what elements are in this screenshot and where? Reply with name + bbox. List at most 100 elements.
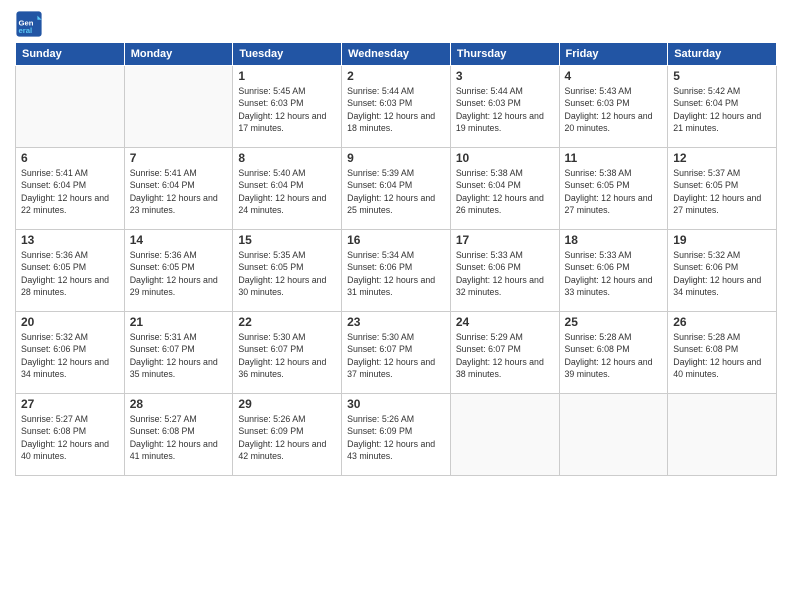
calendar-week-row: 6 Sunrise: 5:41 AMSunset: 6:04 PMDaylight…	[16, 148, 777, 230]
day-info: Sunrise: 5:31 AMSunset: 6:07 PMDaylight:…	[130, 331, 228, 380]
calendar-cell	[559, 394, 668, 476]
calendar-day-header: Tuesday	[233, 43, 342, 66]
day-info: Sunrise: 5:30 AMSunset: 6:07 PMDaylight:…	[238, 331, 336, 380]
day-info: Sunrise: 5:36 AMSunset: 6:05 PMDaylight:…	[21, 249, 119, 298]
calendar-cell: 14 Sunrise: 5:36 AMSunset: 6:05 PMDayligh…	[124, 230, 233, 312]
calendar-cell: 5 Sunrise: 5:42 AMSunset: 6:04 PMDaylight…	[668, 66, 777, 148]
calendar-cell: 3Sunrise: 5:44 AMSunset: 6:03 PMDaylight…	[450, 66, 559, 148]
calendar-cell: 13 Sunrise: 5:36 AMSunset: 6:05 PMDayligh…	[16, 230, 125, 312]
day-number: 24	[456, 315, 554, 329]
day-info: Sunrise: 5:29 AMSunset: 6:07 PMDaylight:…	[456, 331, 554, 380]
calendar-cell: 10 Sunrise: 5:38 AMSunset: 6:04 PMDayligh…	[450, 148, 559, 230]
day-number: 21	[130, 315, 228, 329]
calendar-day-header: Sunday	[16, 43, 125, 66]
day-number: 5	[673, 69, 771, 83]
day-number: 17	[456, 233, 554, 247]
calendar-cell: 7 Sunrise: 5:41 AMSunset: 6:04 PMDaylight…	[124, 148, 233, 230]
day-info: Sunrise: 5:38 AMSunset: 6:04 PMDaylight:…	[456, 167, 554, 216]
calendar-cell: 26 Sunrise: 5:28 AMSunset: 6:08 PMDayligh…	[668, 312, 777, 394]
calendar-cell: 30 Sunrise: 5:26 AMSunset: 6:09 PMDayligh…	[342, 394, 451, 476]
day-number: 12	[673, 151, 771, 165]
day-number: 7	[130, 151, 228, 165]
calendar-cell: 18 Sunrise: 5:33 AMSunset: 6:06 PMDayligh…	[559, 230, 668, 312]
calendar-table: SundayMondayTuesdayWednesdayThursdayFrid…	[15, 42, 777, 476]
calendar-day-header: Thursday	[450, 43, 559, 66]
day-number: 23	[347, 315, 445, 329]
calendar-page: Gen eral SundayMondayTuesdayWednesdayThu…	[0, 0, 792, 612]
calendar-cell: 4 Sunrise: 5:43 AMSunset: 6:03 PMDaylight…	[559, 66, 668, 148]
calendar-cell: 20 Sunrise: 5:32 AMSunset: 6:06 PMDayligh…	[16, 312, 125, 394]
calendar-cell: 22 Sunrise: 5:30 AMSunset: 6:07 PMDayligh…	[233, 312, 342, 394]
day-number: 30	[347, 397, 445, 411]
calendar-cell: 23 Sunrise: 5:30 AMSunset: 6:07 PMDayligh…	[342, 312, 451, 394]
logo: Gen eral	[15, 10, 47, 38]
day-number: 15	[238, 233, 336, 247]
calendar-week-row: 1Sunrise: 5:45 AMSunset: 6:03 PMDaylight…	[16, 66, 777, 148]
day-info: Sunrise: 5:38 AMSunset: 6:05 PMDaylight:…	[565, 167, 663, 216]
calendar-cell: 21 Sunrise: 5:31 AMSunset: 6:07 PMDayligh…	[124, 312, 233, 394]
day-number: 3	[456, 69, 554, 83]
day-number: 4	[565, 69, 663, 83]
day-info: Sunrise: 5:34 AMSunset: 6:06 PMDaylight:…	[347, 249, 445, 298]
day-number: 10	[456, 151, 554, 165]
day-number: 25	[565, 315, 663, 329]
calendar-cell	[450, 394, 559, 476]
day-number: 9	[347, 151, 445, 165]
calendar-week-row: 20 Sunrise: 5:32 AMSunset: 6:06 PMDayligh…	[16, 312, 777, 394]
day-info: Sunrise: 5:42 AMSunset: 6:04 PMDaylight:…	[673, 85, 771, 134]
day-info: Sunrise: 5:36 AMSunset: 6:05 PMDaylight:…	[130, 249, 228, 298]
calendar-day-header: Friday	[559, 43, 668, 66]
calendar-cell	[668, 394, 777, 476]
day-number: 13	[21, 233, 119, 247]
day-info: Sunrise: 5:35 AMSunset: 6:05 PMDaylight:…	[238, 249, 336, 298]
calendar-week-row: 13 Sunrise: 5:36 AMSunset: 6:05 PMDayligh…	[16, 230, 777, 312]
day-info: Sunrise: 5:40 AMSunset: 6:04 PMDaylight:…	[238, 167, 336, 216]
calendar-cell: 29Sunrise: 5:26 AMSunset: 6:09 PMDayligh…	[233, 394, 342, 476]
day-info: Sunrise: 5:26 AMSunset: 6:09 PMDaylight:…	[238, 413, 336, 462]
calendar-day-header: Monday	[124, 43, 233, 66]
calendar-cell: 24 Sunrise: 5:29 AMSunset: 6:07 PMDayligh…	[450, 312, 559, 394]
day-info: Sunrise: 5:37 AMSunset: 6:05 PMDaylight:…	[673, 167, 771, 216]
day-number: 6	[21, 151, 119, 165]
day-info: Sunrise: 5:32 AMSunset: 6:06 PMDaylight:…	[673, 249, 771, 298]
day-number: 18	[565, 233, 663, 247]
calendar-cell: 25 Sunrise: 5:28 AMSunset: 6:08 PMDayligh…	[559, 312, 668, 394]
calendar-cell	[16, 66, 125, 148]
logo-icon: Gen eral	[15, 10, 43, 38]
day-info: Sunrise: 5:28 AMSunset: 6:08 PMDaylight:…	[673, 331, 771, 380]
day-info: Sunrise: 5:43 AMSunset: 6:03 PMDaylight:…	[565, 85, 663, 134]
day-info: Sunrise: 5:44 AMSunset: 6:03 PMDaylight:…	[347, 85, 445, 134]
day-number: 22	[238, 315, 336, 329]
day-info: Sunrise: 5:39 AMSunset: 6:04 PMDaylight:…	[347, 167, 445, 216]
day-info: Sunrise: 5:26 AMSunset: 6:09 PMDaylight:…	[347, 413, 445, 462]
day-info: Sunrise: 5:41 AMSunset: 6:04 PMDaylight:…	[130, 167, 228, 216]
header: Gen eral	[15, 10, 777, 38]
day-info: Sunrise: 5:27 AMSunset: 6:08 PMDaylight:…	[130, 413, 228, 462]
calendar-day-header: Wednesday	[342, 43, 451, 66]
calendar-cell: 12 Sunrise: 5:37 AMSunset: 6:05 PMDayligh…	[668, 148, 777, 230]
day-number: 19	[673, 233, 771, 247]
calendar-cell: 17Sunrise: 5:33 AMSunset: 6:06 PMDayligh…	[450, 230, 559, 312]
day-number: 14	[130, 233, 228, 247]
calendar-header-row: SundayMondayTuesdayWednesdayThursdayFrid…	[16, 43, 777, 66]
day-info: Sunrise: 5:33 AMSunset: 6:06 PMDaylight:…	[565, 249, 663, 298]
calendar-cell: 15 Sunrise: 5:35 AMSunset: 6:05 PMDayligh…	[233, 230, 342, 312]
day-number: 11	[565, 151, 663, 165]
day-number: 20	[21, 315, 119, 329]
day-info: Sunrise: 5:32 AMSunset: 6:06 PMDaylight:…	[21, 331, 119, 380]
day-number: 2	[347, 69, 445, 83]
day-info: Sunrise: 5:27 AMSunset: 6:08 PMDaylight:…	[21, 413, 119, 462]
day-number: 8	[238, 151, 336, 165]
day-info: Sunrise: 5:30 AMSunset: 6:07 PMDaylight:…	[347, 331, 445, 380]
day-info: Sunrise: 5:41 AMSunset: 6:04 PMDaylight:…	[21, 167, 119, 216]
day-number: 26	[673, 315, 771, 329]
day-number: 16	[347, 233, 445, 247]
day-number: 28	[130, 397, 228, 411]
svg-text:eral: eral	[19, 26, 33, 35]
calendar-cell: 27Sunrise: 5:27 AMSunset: 6:08 PMDayligh…	[16, 394, 125, 476]
day-info: Sunrise: 5:28 AMSunset: 6:08 PMDaylight:…	[565, 331, 663, 380]
day-number: 1	[238, 69, 336, 83]
calendar-cell: 2 Sunrise: 5:44 AMSunset: 6:03 PMDaylight…	[342, 66, 451, 148]
calendar-cell: 11 Sunrise: 5:38 AMSunset: 6:05 PMDayligh…	[559, 148, 668, 230]
calendar-cell: 28 Sunrise: 5:27 AMSunset: 6:08 PMDayligh…	[124, 394, 233, 476]
